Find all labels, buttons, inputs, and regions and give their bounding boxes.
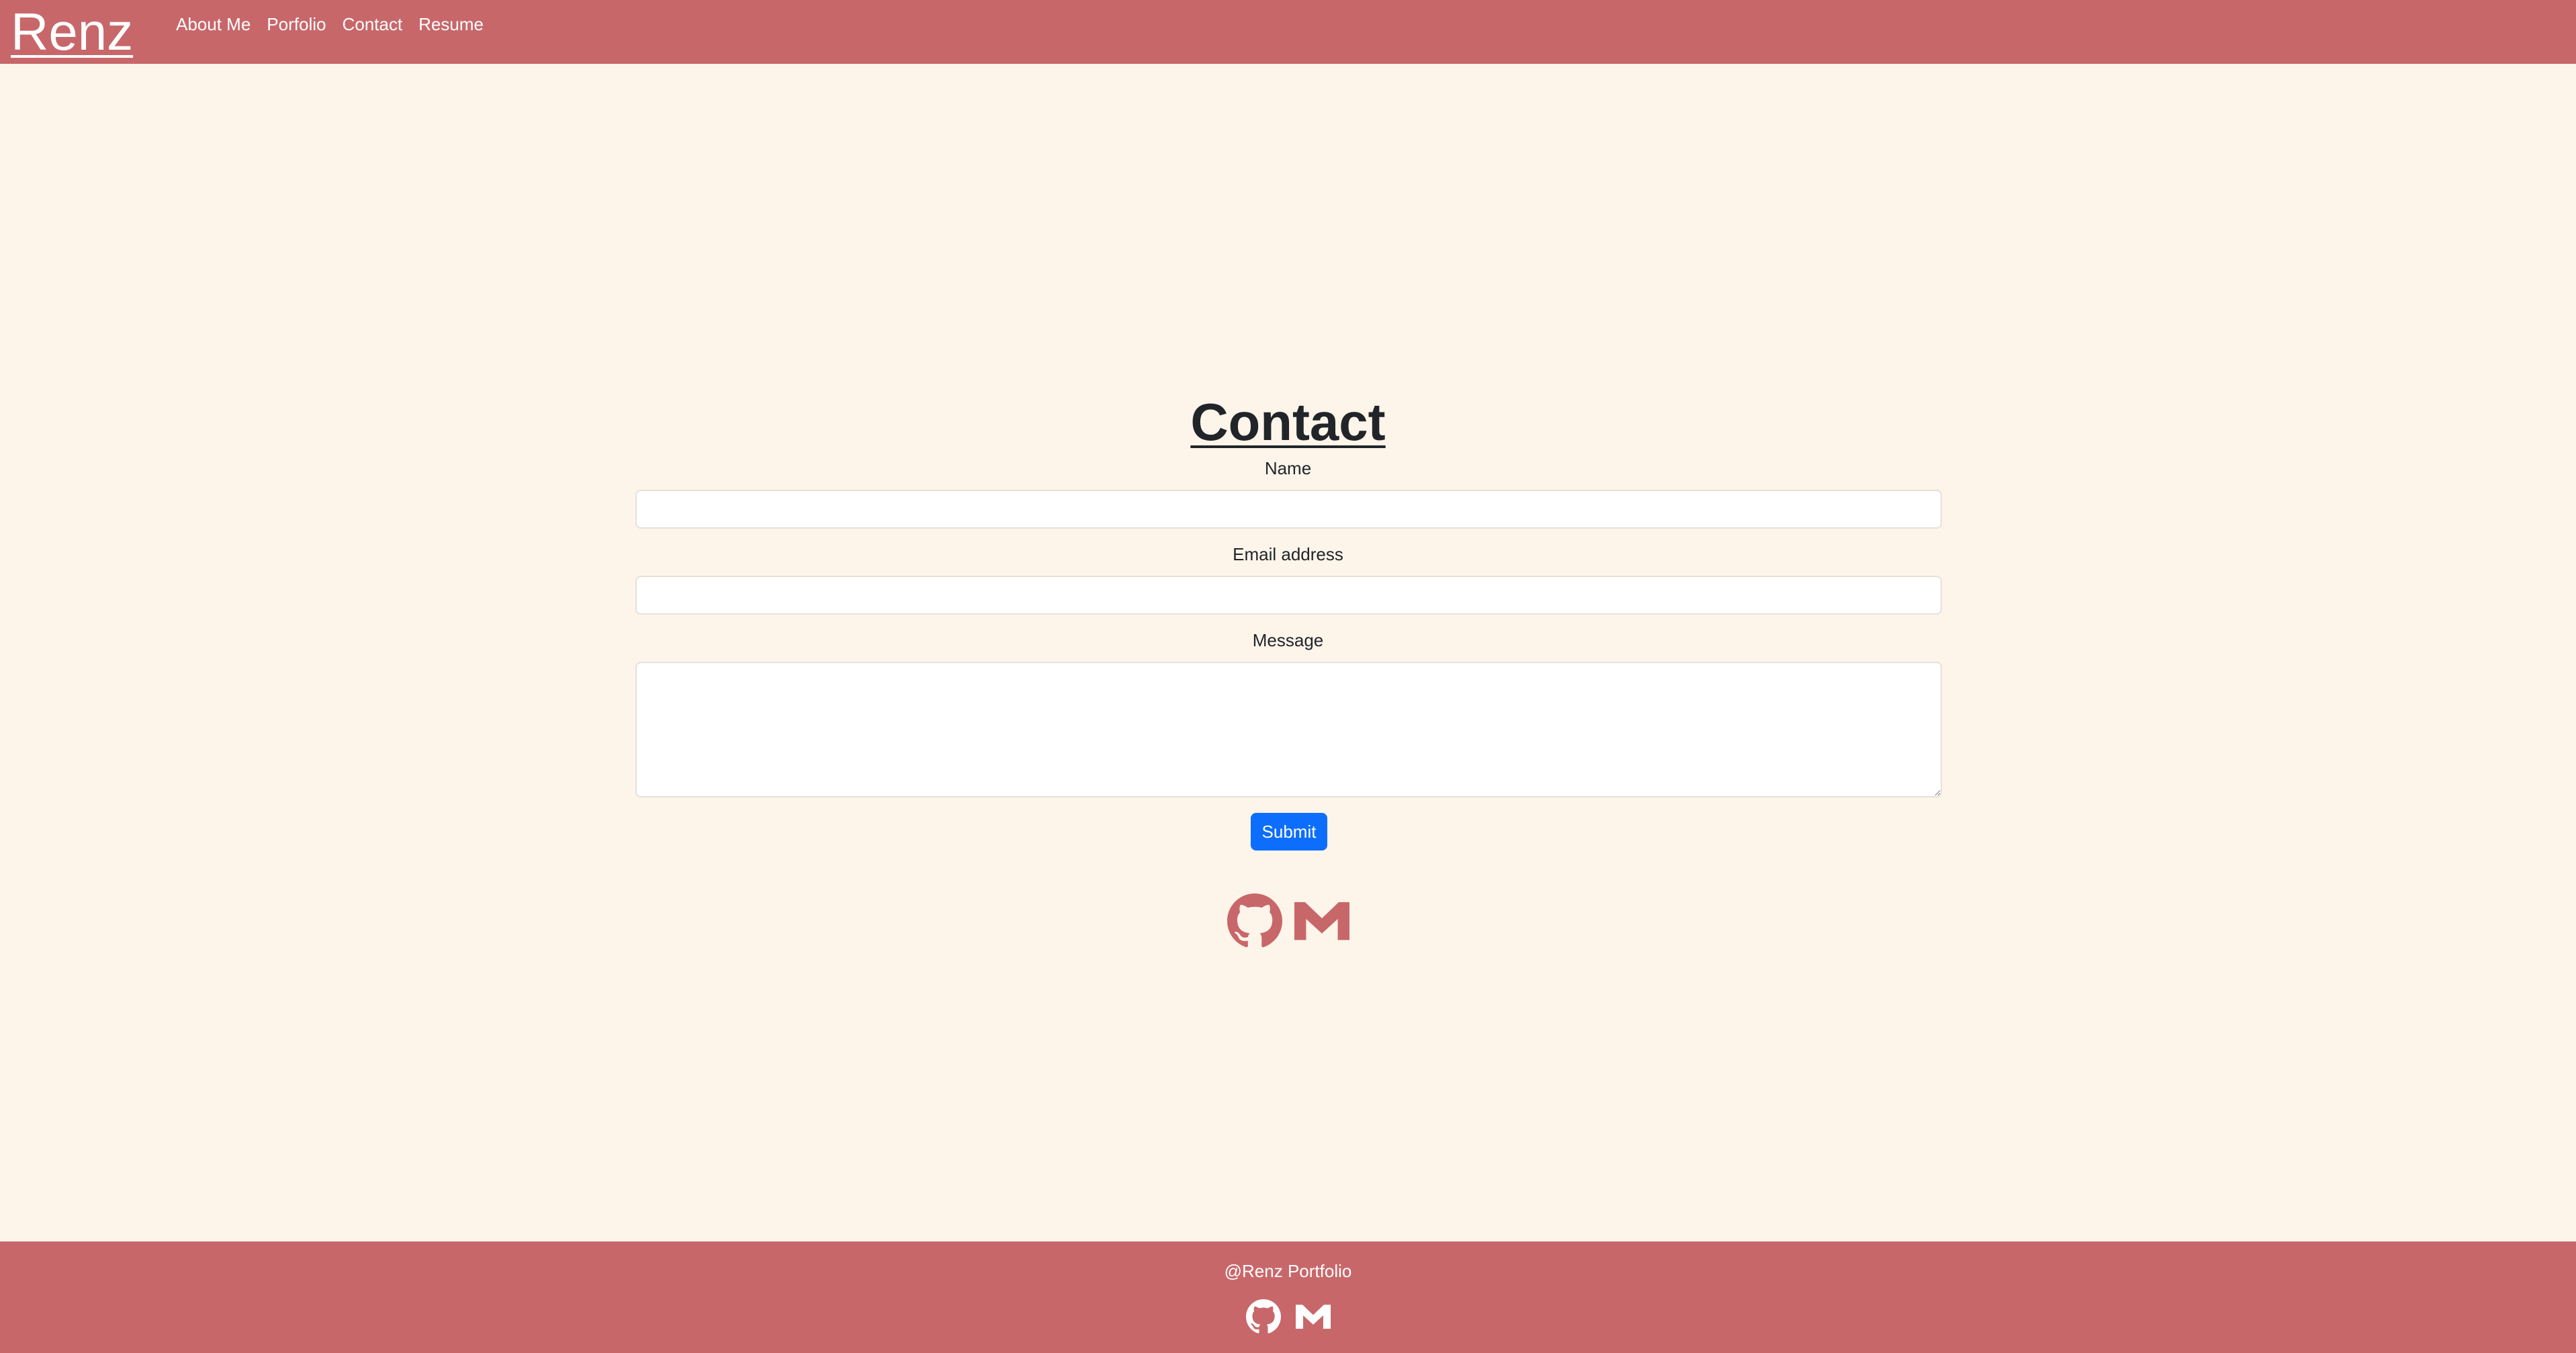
- footer-copyright: @Renz Portfolio: [1224, 1261, 1352, 1281]
- main-content: Contact Name Email address Message Submi…: [0, 64, 2576, 1241]
- nav-link-resume[interactable]: Resume: [418, 13, 484, 35]
- email-label: Email address: [1233, 544, 1343, 564]
- footer-social-links: [0, 1299, 2576, 1334]
- gmail-icon[interactable]: [1294, 893, 1349, 949]
- page-title: Contact: [0, 392, 2576, 452]
- top-navbar: Renz About Me Porfolio Contact Resume: [0, 0, 2576, 64]
- name-input[interactable]: [635, 490, 1942, 529]
- github-icon[interactable]: [1245, 1299, 1281, 1334]
- name-label: Name: [1264, 458, 1312, 478]
- brand-link[interactable]: Renz: [11, 1, 133, 62]
- message-textarea[interactable]: [635, 662, 1942, 797]
- footer: @Renz Portfolio: [0, 1241, 2576, 1353]
- nav-links: About Me Porfolio Contact Resume: [176, 13, 484, 35]
- email-input[interactable]: [635, 576, 1942, 615]
- gmail-icon[interactable]: [1295, 1299, 1331, 1334]
- message-label: Message: [1252, 630, 1324, 650]
- page-title-text: Contact: [1190, 392, 1386, 451]
- nav-link-about-me[interactable]: About Me: [176, 13, 251, 35]
- nav-link-contact[interactable]: Contact: [342, 13, 402, 35]
- contact-social-links: [0, 893, 2576, 949]
- submit-button[interactable]: Submit: [1251, 813, 1327, 850]
- github-icon[interactable]: [1227, 893, 1282, 949]
- nav-link-portfolio[interactable]: Porfolio: [267, 13, 326, 35]
